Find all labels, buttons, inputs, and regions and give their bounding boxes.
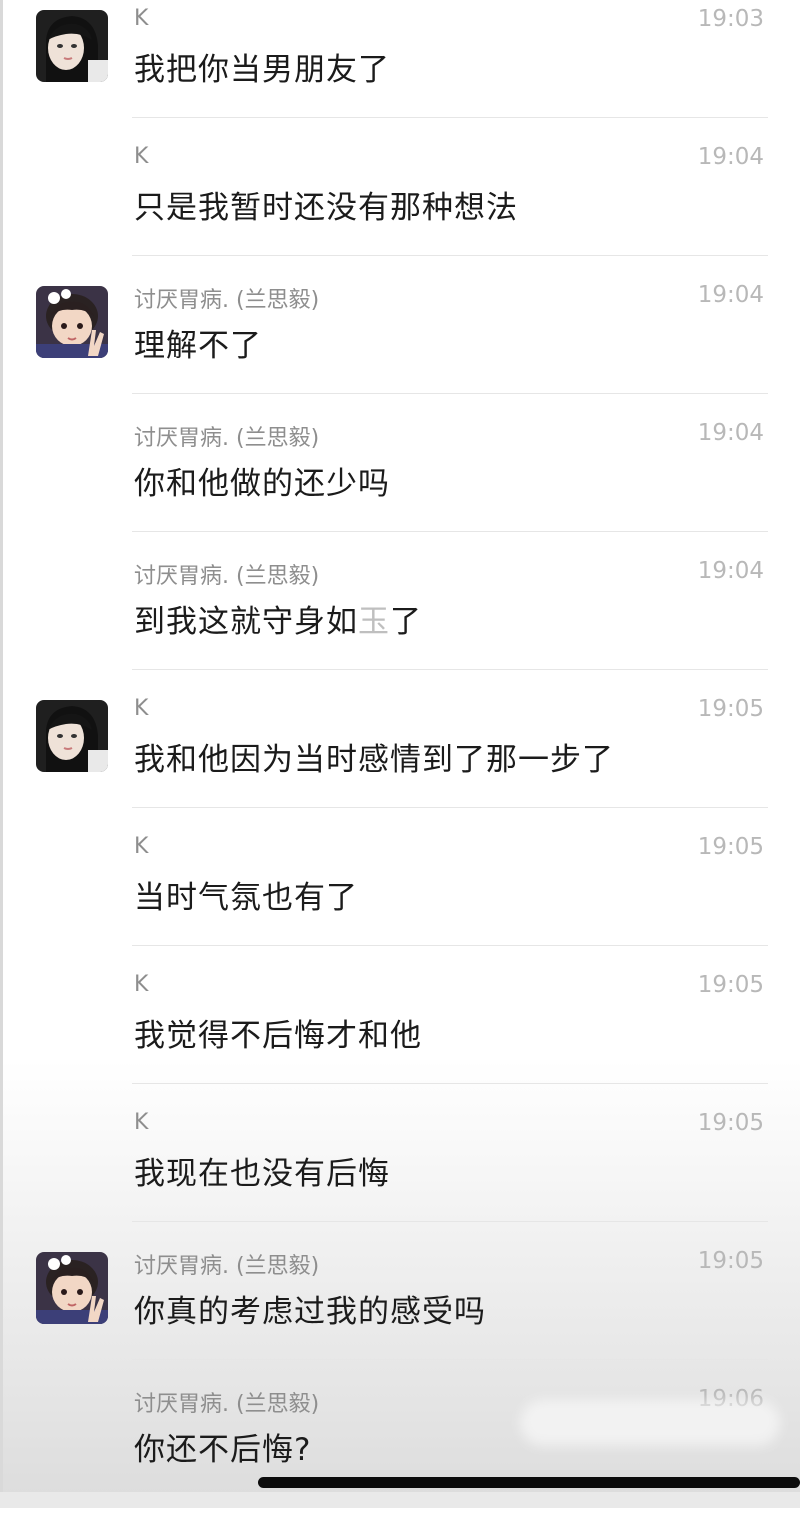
message-time: 19:05 [697, 972, 764, 998]
sender-name: 讨厌胃病. (兰思毅) [134, 426, 320, 451]
message-text[interactable]: 你真的考虑过我的感受吗 [134, 1286, 486, 1331]
bottom-glow [520, 1400, 780, 1446]
avatar[interactable] [36, 700, 108, 772]
divider [132, 393, 768, 394]
chat-screen: K 19:03 我把你当男朋友了 K 19:04 只是我暂时还没有那种想法 讨厌… [0, 0, 800, 1508]
sender-name: K [134, 972, 149, 997]
k-avatar-icon [36, 700, 108, 772]
message-row[interactable]: K 19:05 我和他因为当时感情到了那一步了 [0, 690, 800, 828]
divider [132, 531, 768, 532]
message-text[interactable]: 你和他做的还少吗 [134, 458, 390, 503]
message-text[interactable]: 我和他因为当时感情到了那一步了 [134, 734, 614, 779]
message-row[interactable]: 讨厌胃病. (兰思毅) 19:04 到我这就守身如玉了 [0, 552, 800, 690]
avatar[interactable] [36, 1252, 108, 1324]
message-text-main: 到我这就守身如 [134, 604, 358, 640]
divider [132, 669, 768, 670]
message-time: 19:04 [697, 558, 764, 584]
sender-name: 讨厌胃病. (兰思毅) [134, 1392, 320, 1417]
message-time: 19:05 [697, 1248, 764, 1274]
divider [132, 117, 768, 118]
message-row[interactable]: 讨厌胃病. (兰思毅) 19:04 你和他做的还少吗 [0, 414, 800, 552]
message-row[interactable]: K 19:03 我把你当男朋友了 [0, 0, 800, 138]
message-row[interactable]: K 19:05 当时气氛也有了 [0, 828, 800, 966]
divider [132, 1083, 768, 1084]
divider [132, 945, 768, 946]
divider [132, 1221, 768, 1222]
message-row[interactable]: K 19:05 我觉得不后悔才和他 [0, 966, 800, 1104]
message-row[interactable]: K 19:05 我现在也没有后悔 [0, 1104, 800, 1242]
sender-name: 讨厌胃病. (兰思毅) [134, 288, 320, 313]
message-row[interactable]: 讨厌胃病. (兰思毅) 19:05 你真的考虑过我的感受吗 [0, 1242, 800, 1380]
sender-name: 讨厌胃病. (兰思毅) [134, 1254, 320, 1279]
k-avatar-icon [36, 10, 108, 82]
message-text[interactable]: 我现在也没有后悔 [134, 1148, 390, 1193]
message-text[interactable]: 我觉得不后悔才和他 [134, 1010, 422, 1055]
home-indicator[interactable] [258, 1477, 800, 1488]
message-time: 19:05 [697, 834, 764, 860]
message-text[interactable]: 只是我暂时还没有那种想法 [134, 182, 518, 227]
message-text[interactable]: 理解不了 [134, 320, 262, 365]
message-text[interactable]: 我把你当男朋友了 [134, 44, 390, 89]
sender-name: K [134, 144, 149, 169]
sender-name: K [134, 834, 149, 859]
message-time: 19:05 [697, 1110, 764, 1136]
child-avatar-icon [36, 1252, 108, 1324]
message-text-end: 了 [390, 604, 422, 640]
message-time: 19:04 [697, 420, 764, 446]
child-avatar-icon [36, 286, 108, 358]
message-time: 19:04 [697, 282, 764, 308]
message-text[interactable]: 你还不后悔? [134, 1424, 311, 1469]
avatar[interactable] [36, 10, 108, 82]
sender-name: K [134, 1110, 149, 1135]
avatar[interactable] [36, 286, 108, 358]
divider [132, 1359, 768, 1360]
sender-name: K [134, 6, 149, 31]
sender-name: 讨厌胃病. (兰思毅) [134, 564, 320, 589]
sender-name: K [134, 696, 149, 721]
message-text[interactable]: 当时气氛也有了 [134, 872, 358, 917]
message-text[interactable]: 到我这就守身如玉了 [134, 596, 422, 641]
message-row[interactable]: 讨厌胃病. (兰思毅) 19:04 理解不了 [0, 276, 800, 414]
bottom-fade [0, 1492, 800, 1508]
divider [132, 255, 768, 256]
message-text-faint: 玉 [358, 604, 390, 640]
divider [132, 807, 768, 808]
message-time: 19:03 [697, 6, 764, 32]
message-row[interactable]: K 19:04 只是我暂时还没有那种想法 [0, 138, 800, 276]
message-time: 19:05 [697, 696, 764, 722]
message-time: 19:04 [697, 144, 764, 170]
